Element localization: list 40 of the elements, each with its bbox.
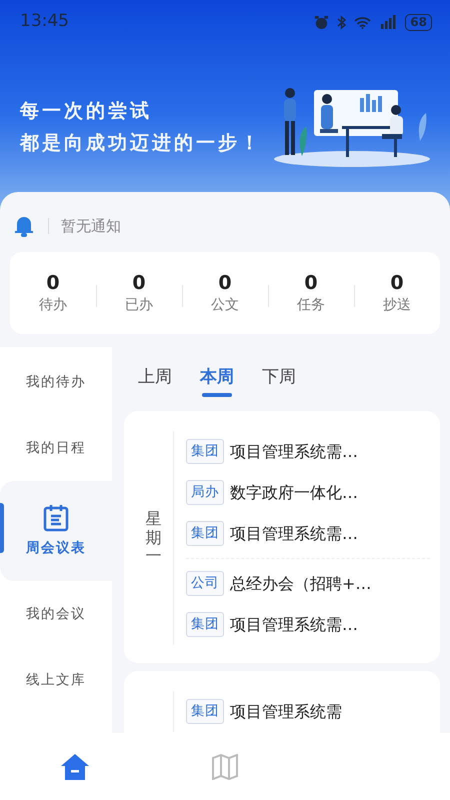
stat-label: 任务 bbox=[296, 296, 326, 314]
meeting-title[interactable]: 数字政府一体化… bbox=[230, 480, 358, 504]
category-tag: 集团 bbox=[186, 439, 224, 464]
stat-label: 已办 bbox=[124, 296, 154, 314]
stat-label: 抄送 bbox=[382, 296, 412, 314]
bell-icon bbox=[12, 214, 36, 238]
stat-count: 0 bbox=[217, 270, 233, 294]
battery-level: 68 bbox=[405, 14, 432, 30]
category-tag: 集团 bbox=[186, 612, 224, 637]
calendar-icon bbox=[43, 504, 69, 532]
meeting-title[interactable]: 项目管理系统需… bbox=[230, 612, 358, 636]
category-tag: 局办 bbox=[186, 480, 224, 505]
meeting-title[interactable]: 总经办会（招聘+… bbox=[230, 572, 372, 596]
sidebar-item[interactable]: 周会议表 bbox=[0, 481, 112, 581]
stat-count: 0 bbox=[45, 270, 61, 294]
map-icon bbox=[211, 754, 239, 780]
weekday-label: 星期一 bbox=[146, 510, 162, 566]
stat-count: 0 bbox=[131, 270, 147, 294]
bluetooth-icon bbox=[337, 14, 346, 30]
notice-text: 暂无通知 bbox=[61, 216, 121, 237]
week-tab[interactable]: 上周 bbox=[138, 359, 172, 397]
meeting-title[interactable]: 项目管理系统需 bbox=[230, 700, 342, 724]
week-tab[interactable]: 本周 bbox=[200, 359, 234, 397]
week-tab[interactable]: 下周 bbox=[262, 359, 296, 397]
meeting-title[interactable]: 项目管理系统需… bbox=[230, 440, 358, 464]
category-tag: 公司 bbox=[186, 571, 224, 596]
alarm-icon bbox=[314, 14, 330, 30]
meeting-title[interactable]: 项目管理系统需… bbox=[230, 522, 358, 546]
category-tag: 集团 bbox=[186, 699, 224, 724]
slogan-text: 都是向成功迈进的一步！ bbox=[20, 131, 262, 156]
stat-count: 0 bbox=[389, 270, 405, 294]
status-time: 13:45 bbox=[20, 10, 69, 34]
category-tag: 集团 bbox=[186, 521, 224, 546]
home-icon bbox=[60, 752, 90, 780]
slogan-text: 每一次的尝试 bbox=[20, 99, 153, 124]
wifi-icon bbox=[354, 16, 372, 28]
signal-icon bbox=[379, 15, 398, 29]
stat-label: 待办 bbox=[38, 296, 68, 314]
stat-label: 公文 bbox=[210, 296, 240, 314]
stat-count: 0 bbox=[303, 270, 319, 294]
